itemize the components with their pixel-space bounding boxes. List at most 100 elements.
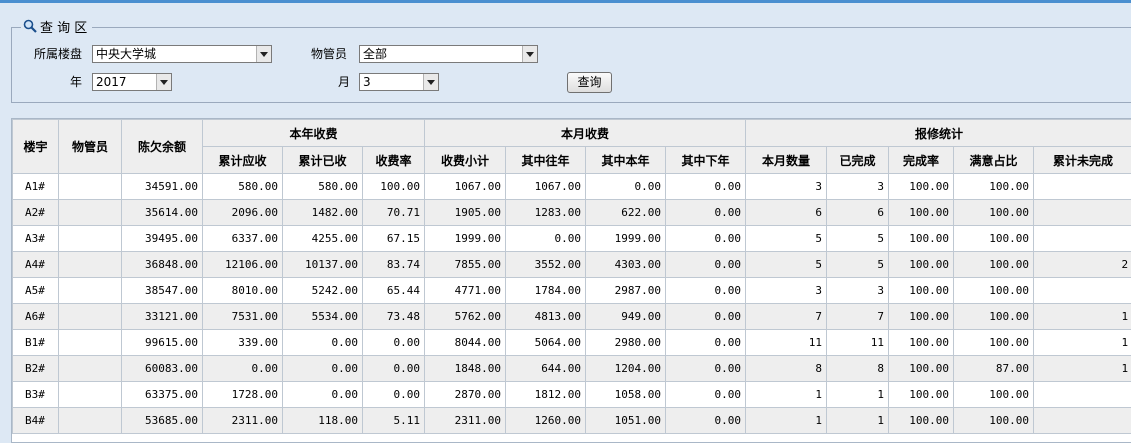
table-cell: 339.00	[202, 329, 283, 356]
table-cell: 100.00	[888, 303, 955, 330]
table-cell: 0.00	[665, 303, 747, 330]
table-cell: 99615.00	[121, 329, 203, 356]
manager-select[interactable]: 全部	[359, 45, 538, 63]
table-cell: 0.00	[361, 329, 426, 356]
table-row[interactable]: A4# 36848.00 12106.00 10137.00 83.74 7855.00 3…	[12, 251, 1131, 278]
table-cell: 73.48	[361, 303, 426, 330]
chevron-down-icon[interactable]	[156, 74, 171, 90]
table-cell: 7531.00	[202, 303, 283, 330]
table-cell: 1051.00	[585, 407, 667, 434]
table-cell: 622.00	[585, 199, 667, 226]
table-cell: 100.00	[953, 199, 1035, 226]
table-cell: 100.00	[953, 173, 1035, 200]
manager-label: 物管员	[311, 47, 348, 61]
chevron-down-icon[interactable]	[423, 74, 438, 90]
table-row[interactable]: B1# 99615.00 339.00 0.00 0.00 8044.00 5064.00 2…	[12, 329, 1131, 356]
table-cell: 1848.00	[424, 355, 507, 382]
table-cell: 5762.00	[424, 303, 507, 330]
table-cell	[58, 173, 122, 200]
table-cell: 100.00	[888, 355, 955, 382]
table-row[interactable]: A5# 38547.00 8010.00 5242.00 65.44 4771.00 178…	[12, 277, 1131, 304]
table-row[interactable]: B2# 60083.00 0.00 0.00 0.00 1848.00 644.00 1204…	[12, 355, 1131, 382]
table-cell: 2311.00	[424, 407, 507, 434]
table-cell: 0.00	[665, 355, 747, 382]
table-cell: 6	[745, 199, 828, 226]
table-cell: 1482.00	[282, 199, 363, 226]
manager-select-value: 全部	[363, 47, 388, 61]
col-header: 其中往年	[505, 146, 587, 174]
table-cell: 65.44	[361, 277, 426, 304]
month-select[interactable]: 3	[359, 73, 439, 91]
chevron-down-icon[interactable]	[522, 46, 537, 62]
table-cell: 1999.00	[424, 225, 507, 252]
table-cell	[58, 277, 122, 304]
table-cell: 1058.00	[585, 381, 667, 408]
query-legend: 查 询 区	[21, 17, 93, 36]
col-header: 其中本年	[585, 146, 667, 174]
table-row[interactable]: A2# 35614.00 2096.00 1482.00 70.71 1905.00 128…	[12, 199, 1131, 226]
table-cell: 2	[1033, 251, 1131, 278]
table-cell: 100.00	[953, 381, 1035, 408]
table-cell: 0.00	[361, 381, 426, 408]
table-cell: 1204.00	[585, 355, 667, 382]
table-row[interactable]: A1# 34591.00 580.00 580.00 100.00 1067.00 1067…	[12, 173, 1131, 200]
table-cell: 70.71	[361, 199, 426, 226]
table-row[interactable]: B3# 63375.00 1728.00 0.00 0.00 2870.00 1812.00…	[12, 381, 1131, 408]
table-cell: 63375.00	[121, 381, 203, 408]
building-select-value: 中央大学城	[96, 47, 157, 61]
table-cell: 8	[826, 355, 890, 382]
report-table-container: 楼宇 物管员 陈欠余额 本年收费 本月收费 报修统计 累计应收 累计已收 收费率 收费…	[11, 118, 1131, 443]
table-cell	[1033, 381, 1131, 408]
report-table: 楼宇 物管员 陈欠余额 本年收费 本月收费 报修统计 累计应收 累计已收 收费率 收费…	[12, 119, 1131, 434]
table-cell: 4813.00	[505, 303, 587, 330]
building-select[interactable]: 中央大学城	[92, 45, 272, 63]
chevron-down-icon[interactable]	[256, 46, 271, 62]
table-cell	[58, 407, 122, 434]
table-cell: 118.00	[282, 407, 363, 434]
table-cell: B4#	[12, 407, 59, 434]
table-cell: 3552.00	[505, 251, 587, 278]
table-cell: 1	[826, 381, 890, 408]
table-cell: 53685.00	[121, 407, 203, 434]
col-header: 累计未完成	[1033, 146, 1131, 174]
table-cell: 1728.00	[202, 381, 283, 408]
table-cell: 0.00	[665, 407, 747, 434]
table-cell: 100.00	[888, 173, 955, 200]
table-cell: 6	[826, 199, 890, 226]
table-row[interactable]: A6# 33121.00 7531.00 5534.00 73.48 5762.00 481…	[12, 303, 1131, 330]
col-header-building: 楼宇	[12, 119, 59, 174]
table-cell: 100.00	[953, 277, 1035, 304]
table-cell: 34591.00	[121, 173, 203, 200]
table-row[interactable]: A3# 39495.00 6337.00 4255.00 67.15 1999.00 0.0…	[12, 225, 1131, 252]
table-cell: 8010.00	[202, 277, 283, 304]
table-cell: 67.15	[361, 225, 426, 252]
table-cell: 1283.00	[505, 199, 587, 226]
table-cell: A5#	[12, 277, 59, 304]
table-cell: 8044.00	[424, 329, 507, 356]
query-button[interactable]: 查询	[567, 72, 612, 93]
table-cell: 3	[745, 277, 828, 304]
col-header: 满意占比	[953, 146, 1035, 174]
table-cell	[58, 355, 122, 382]
table-cell: 0.00	[665, 173, 747, 200]
table-cell: B1#	[12, 329, 59, 356]
table-cell: B3#	[12, 381, 59, 408]
table-cell: A2#	[12, 199, 59, 226]
table-cell: 4255.00	[282, 225, 363, 252]
table-cell	[58, 251, 122, 278]
table-cell: 0.00	[361, 355, 426, 382]
table-cell: 0.00	[665, 199, 747, 226]
table-cell: 100.00	[953, 303, 1035, 330]
table-cell: 2311.00	[202, 407, 283, 434]
table-cell: 6337.00	[202, 225, 283, 252]
table-cell	[58, 199, 122, 226]
table-row[interactable]: B4# 53685.00 2311.00 118.00 5.11 2311.00 1260.…	[12, 407, 1131, 434]
table-cell: 1	[745, 407, 828, 434]
year-select[interactable]: 2017	[92, 73, 172, 91]
table-cell: 100.00	[953, 225, 1035, 252]
table-cell	[58, 329, 122, 356]
table-cell: 11	[745, 329, 828, 356]
table-cell: 5	[826, 225, 890, 252]
table-cell: 1	[1033, 329, 1131, 356]
group-header-repair: 报修统计	[745, 119, 1131, 147]
